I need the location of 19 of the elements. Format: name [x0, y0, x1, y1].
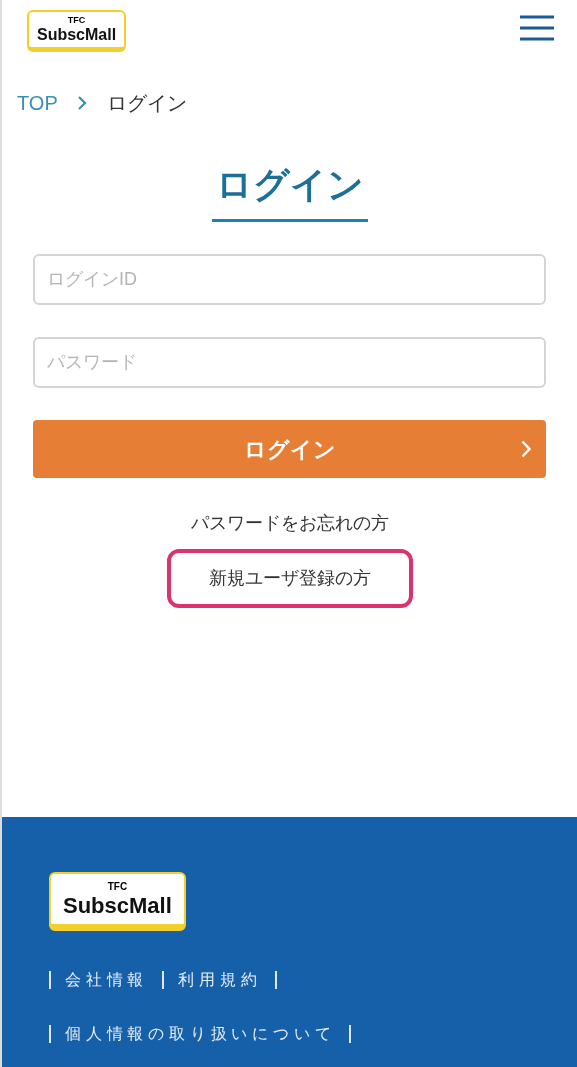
page-title: ログイン	[211, 162, 368, 222]
footer-link[interactable]: 会社情報	[51, 970, 165, 989]
footer-link[interactable]: 個人情報の取り扱いについて	[51, 1024, 352, 1043]
input-field[interactable]: パスワード	[33, 337, 546, 388]
logo[interactable]: TFC SubscMall	[49, 872, 186, 931]
logo-small-text: TFC	[67, 16, 86, 25]
chevron-icon	[521, 440, 532, 458]
logo-text: SubscMall	[63, 892, 172, 920]
input-field[interactable]: ログインID	[33, 254, 546, 305]
menu-icon[interactable]	[519, 14, 555, 42]
breadcrumb-current: ログイン	[106, 91, 187, 116]
logo[interactable]: TFC SubscMall	[27, 10, 127, 52]
breadcrumb-link[interactable]: TOP	[17, 88, 58, 118]
chevron-icon	[77, 96, 87, 110]
footer-link[interactable]: 利用規約	[164, 970, 278, 989]
text-link[interactable]: パスワードをお忘れの方	[190, 508, 389, 539]
logo-text: SubscMall	[37, 25, 117, 45]
logo-small-text: TFC	[107, 882, 128, 892]
text-link[interactable]: 新規ユーザ登録の方	[166, 549, 413, 608]
